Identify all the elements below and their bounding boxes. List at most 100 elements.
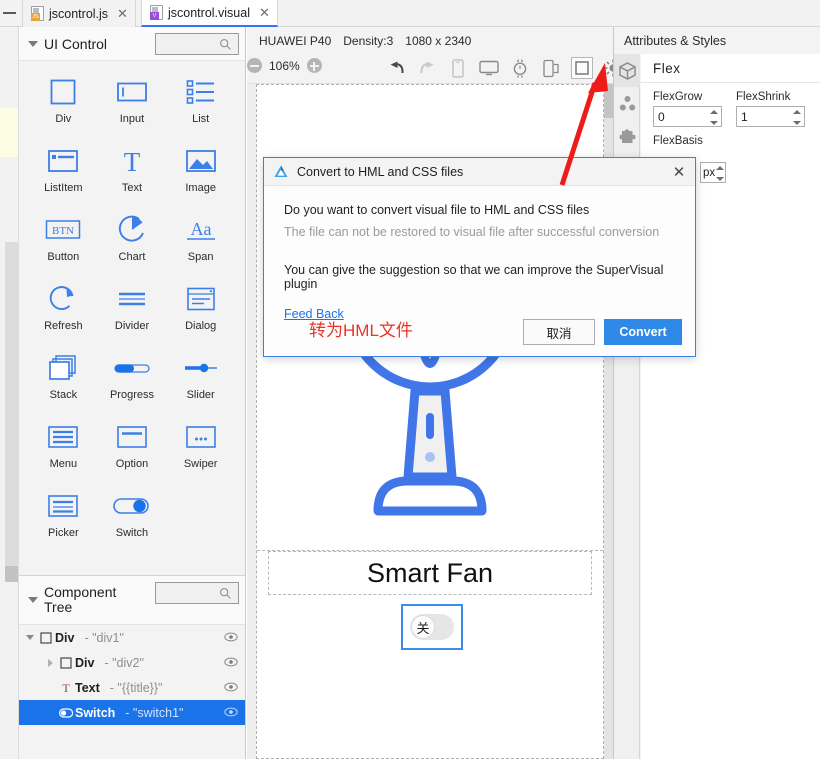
- puzzle-icon[interactable]: [614, 120, 640, 153]
- palette-item-refresh[interactable]: Refresh: [29, 282, 98, 340]
- ui-control-search-input[interactable]: [155, 33, 239, 55]
- flexgrow-field: FlexGrow 0: [653, 91, 722, 127]
- list-icon: [181, 75, 221, 109]
- flexshrink-stepper[interactable]: [792, 110, 801, 125]
- flexgrow-input[interactable]: 0: [653, 106, 722, 127]
- tree-node-text[interactable]: T Text - "{{title}}": [19, 675, 245, 700]
- palette-item-chart[interactable]: Chart: [98, 213, 167, 271]
- tree-node-div2[interactable]: Div - "div2": [19, 650, 245, 675]
- visibility-eye-icon[interactable]: [224, 656, 238, 668]
- switch-knob[interactable]: 关: [411, 615, 435, 639]
- undo-icon[interactable]: [385, 57, 407, 79]
- tab-label: jscontrol.js: [49, 6, 109, 21]
- listitem-icon: [43, 144, 83, 178]
- close-icon[interactable]: ✕: [117, 7, 128, 20]
- palette-item-div[interactable]: Div: [29, 75, 98, 133]
- tab-jscontrol-js[interactable]: JS jscontrol.js ✕: [22, 0, 136, 27]
- flexbasis-unit-stepper[interactable]: [715, 166, 724, 181]
- fan-title-container[interactable]: Smart Fan: [268, 551, 592, 595]
- chevron-down-icon[interactable]: [25, 40, 41, 47]
- palette-item-option[interactable]: Option: [98, 420, 167, 478]
- gutter-scrollbar-thumb[interactable]: [5, 566, 18, 582]
- collapse-icon[interactable]: [3, 12, 16, 14]
- chevron-down-icon[interactable]: [23, 635, 37, 640]
- fan-switch-component[interactable]: 关: [401, 604, 463, 650]
- atom-icon[interactable]: [614, 87, 640, 120]
- palette-item-dialog[interactable]: Dialog: [166, 282, 235, 340]
- editor-tab-bar: JS jscontrol.js ✕ V jscontrol.visual ✕: [0, 0, 820, 27]
- component-tree-header: Component Tree: [19, 575, 245, 625]
- watch-preview-icon[interactable]: [509, 57, 531, 79]
- redo-icon[interactable]: [416, 57, 438, 79]
- palette-item-label: ListItem: [44, 182, 83, 194]
- palette-item-label: Option: [115, 458, 149, 470]
- palette-item-input[interactable]: Input: [98, 75, 167, 133]
- dialog-body: Do you want to convert visual file to HM…: [264, 186, 695, 323]
- phone-preview-icon[interactable]: [447, 57, 469, 79]
- zoom-in-button[interactable]: [306, 58, 322, 73]
- picker-icon: [43, 489, 83, 523]
- flexshrink-input[interactable]: 1: [736, 106, 805, 127]
- dialog-title-bar: Convert to HML and CSS files ✕: [264, 158, 695, 186]
- palette-item-label: Stack: [49, 389, 78, 401]
- palette-item-image[interactable]: Image: [166, 144, 235, 202]
- gutter-scrollbar[interactable]: [5, 242, 18, 582]
- flex-section-title: Flex: [641, 54, 820, 83]
- convert-dialog[interactable]: Convert to HML and CSS files ✕ Do you wa…: [263, 157, 696, 357]
- palette-item-listitem[interactable]: ListItem: [29, 144, 98, 202]
- tab-jscontrol-visual[interactable]: V jscontrol.visual ✕: [141, 0, 278, 27]
- attributes-styles-header: Attributes & Styles: [614, 27, 820, 54]
- tree-node-div1[interactable]: Div - "div1": [19, 625, 245, 650]
- palette-item-span[interactable]: Aa Span: [166, 213, 235, 271]
- canvas-scrollbar-thumb[interactable]: [604, 84, 613, 118]
- div-node-icon: [37, 631, 55, 644]
- refresh-icon: [43, 282, 83, 316]
- foldable-preview-icon[interactable]: [540, 57, 562, 79]
- zoom-level: 106%: [269, 58, 300, 73]
- palette-item-label: Button: [47, 251, 80, 263]
- flexgrow-stepper[interactable]: [709, 110, 718, 125]
- close-icon[interactable]: ✕: [259, 6, 270, 19]
- chevron-down-icon[interactable]: [25, 597, 41, 603]
- palette-item-label: Chart: [118, 251, 146, 263]
- ui-control-title: UI Control: [44, 35, 108, 52]
- palette-item-slider[interactable]: Slider: [166, 351, 235, 409]
- svg-text:BTN: BTN: [52, 225, 74, 237]
- visibility-eye-icon[interactable]: [224, 681, 238, 693]
- visibility-eye-icon[interactable]: [224, 631, 238, 643]
- js-file-icon: JS: [31, 6, 44, 21]
- palette-item-stack[interactable]: Stack: [29, 351, 98, 409]
- palette-item-picker[interactable]: Picker: [29, 489, 98, 547]
- option-icon: [112, 420, 152, 454]
- palette-item-label: Refresh: [44, 320, 83, 332]
- palette-item-button[interactable]: BTN Button: [29, 213, 98, 271]
- palette-item-swiper[interactable]: Swiper: [166, 420, 235, 478]
- palette-item-text[interactable]: T Text: [98, 144, 167, 202]
- switch-track[interactable]: 关: [410, 614, 454, 640]
- tree-node-type: Div: [75, 655, 95, 670]
- palette-item-list[interactable]: List: [166, 75, 235, 133]
- 3d-cube-icon[interactable]: [614, 54, 640, 87]
- ui-control-header: UI Control: [19, 27, 245, 61]
- palette-item-menu[interactable]: Menu: [29, 420, 98, 478]
- component-tree-search-input[interactable]: [155, 582, 239, 604]
- palette-item-label: Swiper: [183, 458, 218, 470]
- devtools-logo-icon: [274, 165, 288, 177]
- cancel-button[interactable]: 取消: [523, 319, 595, 345]
- palette-item-progress[interactable]: Progress: [98, 351, 167, 409]
- close-icon[interactable]: ✕: [669, 162, 689, 182]
- square-preview-icon[interactable]: [571, 57, 593, 79]
- palette-item-switch[interactable]: Switch: [98, 489, 167, 547]
- switch-node-icon: [57, 707, 75, 718]
- chevron-right-icon[interactable]: [43, 658, 57, 667]
- convert-button[interactable]: Convert: [604, 319, 682, 345]
- palette-item-label: Text: [121, 182, 143, 194]
- visibility-eye-icon[interactable]: [224, 706, 238, 718]
- palette-item-divider[interactable]: Divider: [98, 282, 167, 340]
- search-icon: [220, 588, 231, 599]
- tree-node-switch1[interactable]: Switch - "switch1": [19, 700, 245, 725]
- tv-preview-icon[interactable]: [478, 57, 500, 79]
- zoom-out-button[interactable]: [247, 58, 262, 73]
- flexbasis-unit-select[interactable]: px: [700, 162, 726, 183]
- dialog-title: Convert to HML and CSS files: [297, 164, 464, 179]
